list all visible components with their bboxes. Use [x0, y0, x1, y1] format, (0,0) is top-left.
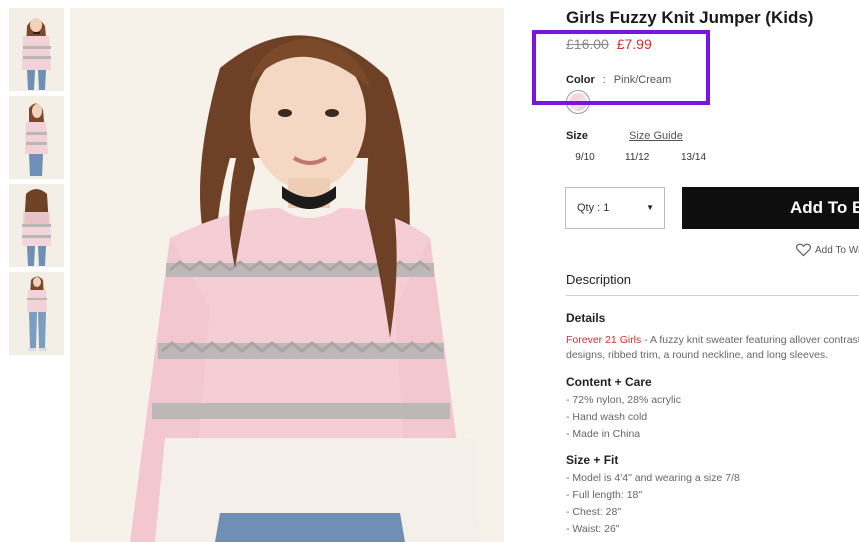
color-label: Color [566, 74, 595, 86]
dropdown-arrow-icon: ▼ [646, 203, 654, 212]
heart-icon [796, 243, 811, 257]
original-price: £16.00 [566, 36, 609, 52]
color-swatch-pink-cream[interactable] [566, 90, 590, 114]
list-item: - Waist: 26" [566, 523, 620, 535]
color-value: Pink/Cream [613, 74, 672, 86]
list-item: - Full length: 18" [566, 489, 643, 501]
swatch-fill [569, 93, 587, 111]
sale-price: £7.99 [616, 36, 652, 52]
main-product-image[interactable] [70, 8, 504, 542]
size-fit-heading: Size + Fit [566, 453, 619, 467]
description-heading[interactable]: Description [566, 272, 631, 287]
size-fit-list: - Model is 4'4" and wearing a size 7/8 -… [566, 470, 740, 538]
add-to-wishlist-link[interactable]: Add To Wishlist [796, 243, 859, 257]
description-divider [566, 295, 859, 296]
content-care-heading: Content + Care [566, 375, 652, 389]
color-selector-label: Color: Pink/Cream [566, 74, 671, 86]
color-separator: : [602, 74, 606, 86]
thumbnail-image [9, 184, 64, 267]
size-option-11-12[interactable]: 11/12 [625, 152, 649, 163]
product-photo [70, 8, 504, 542]
brand-name: Forever 21 Girls [566, 334, 642, 346]
list-item: - Chest: 28" [566, 506, 622, 518]
quantity-label: Qty : 1 [577, 202, 610, 214]
thumbnail-full[interactable] [9, 272, 64, 355]
size-options: 9/10 11/12 13/14 [566, 152, 706, 163]
thumbnail-side[interactable] [9, 96, 64, 179]
content-care-list: - 72% nylon, 28% acrylic - Hand wash col… [566, 392, 681, 443]
size-option-9-10[interactable]: 9/10 [575, 152, 595, 163]
size-option-13-14[interactable]: 13/14 [681, 152, 706, 163]
list-item: - Hand wash cold [566, 411, 648, 423]
wishlist-label: Add To Wishlist [815, 244, 859, 256]
list-item: - Model is 4'4" and wearing a size 7/8 [566, 472, 740, 484]
product-title: Girls Fuzzy Knit Jumper (Kids) [566, 8, 814, 27]
thumbnail-image [9, 96, 64, 179]
quantity-select[interactable]: Qty : 1 ▼ [565, 187, 665, 229]
thumbnail-gallery [9, 8, 64, 360]
size-label: Size [566, 130, 589, 142]
list-item: - Made in China [566, 428, 641, 440]
size-label-row: Size [566, 130, 588, 142]
thumbnail-image [9, 8, 64, 91]
price-block: £16.00 £7.99 [566, 36, 652, 52]
thumbnail-image [9, 272, 64, 355]
size-guide-link[interactable]: Size Guide [629, 130, 683, 142]
details-heading: Details [566, 311, 606, 325]
add-to-bag-button[interactable]: Add To Bag [682, 187, 859, 229]
thumbnail-back[interactable] [9, 184, 64, 267]
list-item: - 72% nylon, 28% acrylic [566, 394, 681, 406]
details-text: Forever 21 Girls - A fuzzy knit sweater … [566, 333, 859, 363]
thumbnail-front[interactable] [9, 8, 64, 91]
